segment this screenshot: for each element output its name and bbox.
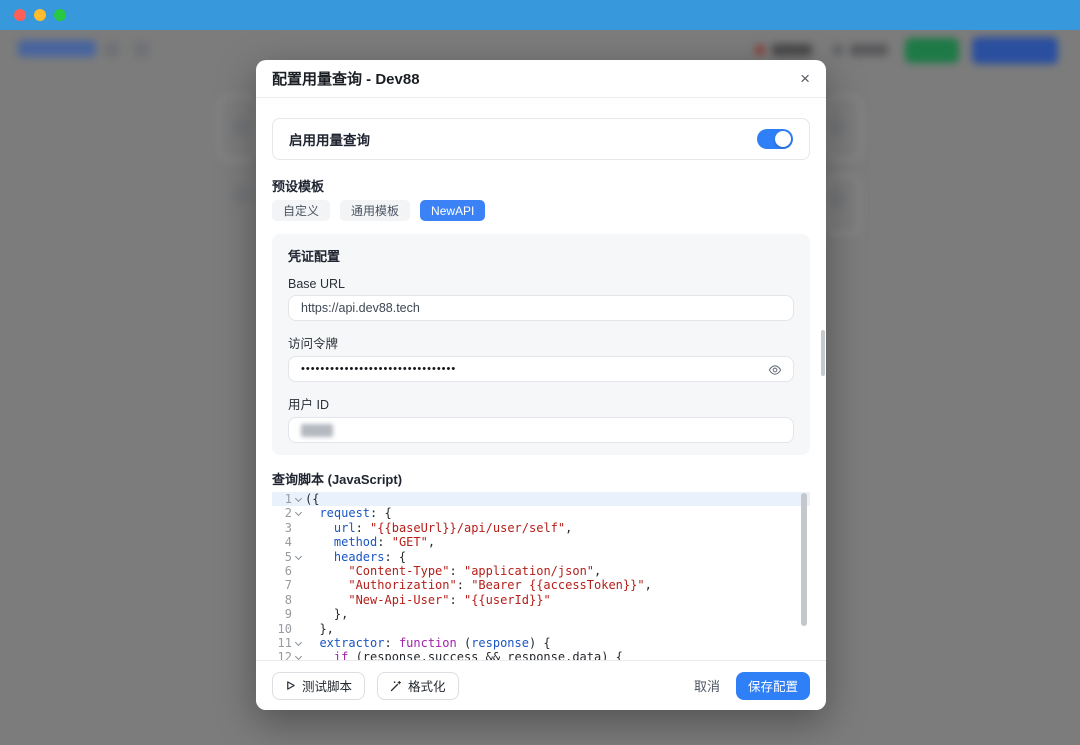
background-toolbar-icon xyxy=(104,42,119,57)
save-config-button[interactable]: 保存配置 xyxy=(736,672,810,700)
background-card-fragment xyxy=(828,190,846,208)
background-blue-button xyxy=(972,37,1058,64)
background-green-button xyxy=(905,38,959,63)
background-status-text xyxy=(772,44,812,56)
macos-titlebar xyxy=(0,0,1080,30)
code-line: 6 "Content-Type": "application/json", xyxy=(272,564,810,578)
fold-chevron-icon[interactable] xyxy=(295,509,302,516)
close-icon[interactable]: × xyxy=(800,70,810,87)
code-line: 8 "New-Api-User": "{{userId}}" xyxy=(272,593,810,607)
code-line: 3 url: "{{baseUrl}}/api/user/self", xyxy=(272,521,810,535)
magic-wand-icon xyxy=(390,680,402,692)
enable-usage-query-row: 启用用量查询 xyxy=(272,118,810,160)
base-url-value: https://api.dev88.tech xyxy=(301,301,420,315)
background-status-icon xyxy=(833,45,843,55)
code-line: 12 if (response.success && response.data… xyxy=(272,650,810,660)
zoom-traffic-light[interactable] xyxy=(54,9,66,21)
background-status-text xyxy=(850,44,888,56)
code-line: 7 "Authorization": "Bearer {{accessToken… xyxy=(272,578,810,592)
dialog-body: 启用用量查询 预设模板 自定义通用模板 NewAPI 凭证配置 Base URL … xyxy=(256,98,826,660)
enable-usage-query-toggle[interactable] xyxy=(757,129,793,149)
format-label: 格式化 xyxy=(408,676,446,695)
code-line: 11 extractor: function (response) { xyxy=(272,636,810,650)
preset-option-NewAPI[interactable]: NewAPI xyxy=(420,200,485,221)
code-editor[interactable]: 1({2 request: {3 url: "{{baseUrl}}/api/u… xyxy=(272,492,810,660)
query-script-label: 查询脚本 (JavaScript) xyxy=(272,469,810,488)
minimize-traffic-light[interactable] xyxy=(34,9,46,21)
credentials-card: 凭证配置 Base URL https://api.dev88.tech 访问令… xyxy=(272,234,810,455)
background-toolbar-icon xyxy=(134,42,149,57)
usage-query-config-dialog: 配置用量查询 - Dev88 × 启用用量查询 预设模板 自定义通用模板 NewA… xyxy=(256,60,826,710)
background-card-fragment xyxy=(232,186,250,204)
fold-chevron-icon[interactable] xyxy=(295,495,302,502)
code-line: 2 request: { xyxy=(272,506,810,520)
base-url-input[interactable]: https://api.dev88.tech xyxy=(288,295,794,321)
code-line: 5 headers: { xyxy=(272,550,810,564)
fold-chevron-icon[interactable] xyxy=(295,653,302,660)
preset-template-label: 预设模板 xyxy=(272,176,810,195)
play-icon xyxy=(285,680,296,691)
toggle-knob xyxy=(775,131,791,147)
background-card-fragment xyxy=(232,118,250,136)
preset-template-options: 自定义通用模板 NewAPI xyxy=(272,200,810,221)
background-app-logo xyxy=(18,40,96,57)
dialog-scrollbar-thumb[interactable] xyxy=(821,330,825,376)
user-id-redacted-value xyxy=(301,424,333,437)
background-card-fragment xyxy=(828,118,846,136)
format-button[interactable]: 格式化 xyxy=(377,672,459,700)
footer-actions: 取消 保存配置 xyxy=(694,672,810,700)
access-token-label: 访问令牌 xyxy=(288,333,794,352)
preset-option-自定义[interactable]: 自定义 xyxy=(272,200,330,221)
preset-option-通用模板[interactable]: 通用模板 xyxy=(340,200,410,221)
test-script-button[interactable]: 测试脚本 xyxy=(272,672,365,700)
cancel-button[interactable]: 取消 xyxy=(694,676,720,695)
eye-icon[interactable] xyxy=(768,363,782,377)
user-id-label: 用户 ID xyxy=(288,394,794,413)
base-url-label: Base URL xyxy=(288,277,794,291)
close-traffic-light[interactable] xyxy=(14,9,26,21)
code-line: 9 }, xyxy=(272,607,810,621)
code-line: 1({ xyxy=(272,492,810,506)
access-token-input[interactable]: •••••••••••••••••••••••••••••••• xyxy=(288,356,794,382)
code-line: 10 }, xyxy=(272,622,810,636)
test-script-label: 测试脚本 xyxy=(302,676,352,695)
dialog-footer: 测试脚本 格式化 取消 保存配置 xyxy=(256,660,826,710)
credentials-title: 凭证配置 xyxy=(288,246,794,265)
enable-usage-query-label: 启用用量查询 xyxy=(289,129,370,149)
editor-scrollbar-thumb[interactable] xyxy=(801,493,807,626)
access-token-masked-value: •••••••••••••••••••••••••••••••• xyxy=(301,363,456,375)
user-id-input[interactable] xyxy=(288,417,794,443)
dialog-title: 配置用量查询 - Dev88 xyxy=(272,68,420,89)
code-line: 4 method: "GET", xyxy=(272,535,810,549)
code-lines: 1({2 request: {3 url: "{{baseUrl}}/api/u… xyxy=(272,492,810,660)
dialog-header: 配置用量查询 - Dev88 × xyxy=(256,60,826,98)
background-status-icon xyxy=(755,45,765,55)
fold-chevron-icon[interactable] xyxy=(295,639,302,646)
fold-chevron-icon[interactable] xyxy=(295,553,302,560)
